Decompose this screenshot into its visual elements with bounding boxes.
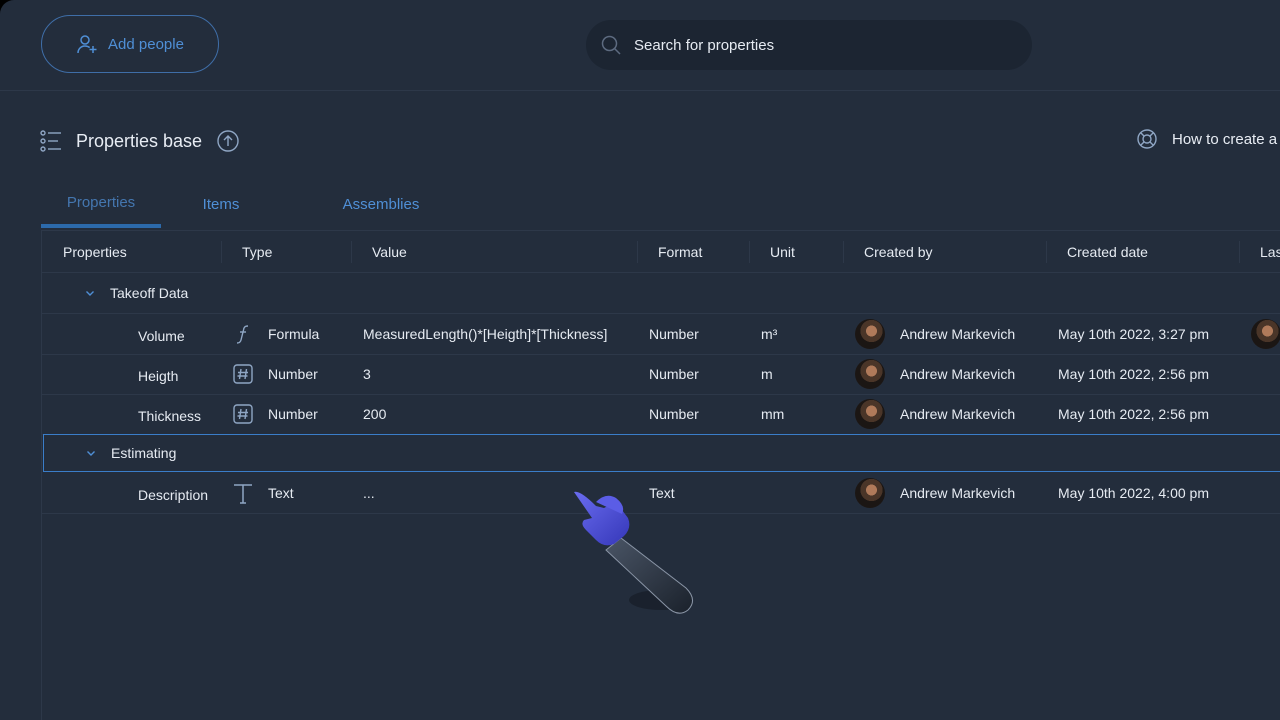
- format-cell: Number: [649, 326, 699, 342]
- value-cell[interactable]: 200: [363, 394, 386, 434]
- number-icon: [232, 394, 254, 434]
- type-label: Number: [268, 366, 318, 382]
- type-label: Number: [268, 406, 318, 422]
- table-row[interactable]: Thickness Number 200 Number mm Andrew Ma…: [42, 394, 1280, 435]
- number-icon: [232, 354, 254, 394]
- search-input[interactable]: [632, 35, 996, 55]
- unit-cell: m³: [761, 326, 778, 342]
- created-by-cell: Andrew Markevich: [900, 485, 1016, 501]
- chevron-down-icon[interactable]: [85, 435, 97, 471]
- search-bar: [586, 20, 1032, 70]
- table-header: Properties Type Value Format Unit Create…: [42, 231, 1280, 273]
- property-name: Heigth: [138, 368, 179, 384]
- column-header-type[interactable]: Type: [242, 231, 272, 272]
- list-icon[interactable]: [40, 130, 62, 152]
- created-by-cell: Andrew Markevich: [900, 326, 1016, 342]
- avatar: [855, 354, 885, 394]
- avatar: [855, 394, 885, 434]
- column-header-created-by[interactable]: Created by: [864, 231, 932, 272]
- group-label: Estimating: [111, 445, 177, 461]
- group-label: Takeoff Data: [110, 285, 189, 301]
- column-header-unit[interactable]: Unit: [770, 231, 795, 272]
- table-row[interactable]: Volume Formula MeasuredLength()*[Heigth]…: [42, 314, 1280, 355]
- group-row-estimating[interactable]: Estimating: [43, 434, 1280, 472]
- column-header-format[interactable]: Format: [658, 231, 702, 272]
- created-date-cell: May 10th 2022, 3:27 pm: [1058, 326, 1209, 342]
- unit-cell: mm: [761, 406, 785, 422]
- value-cell[interactable]: 3: [363, 354, 371, 394]
- created-by-cell: Andrew Markevich: [900, 406, 1016, 422]
- top-bar: Add people: [0, 0, 1280, 91]
- table-row[interactable]: Heigth Number 3 Number m Andrew Markevic…: [42, 354, 1280, 395]
- help-link-label: How to create a: [1172, 130, 1278, 148]
- group-row-takeoff-data[interactable]: Takeoff Data: [42, 273, 1280, 314]
- help-link[interactable]: How to create a: [1136, 128, 1277, 150]
- chevron-down-icon[interactable]: [84, 273, 96, 313]
- app-window: Add people Properties base: [0, 0, 1280, 720]
- tab-assemblies[interactable]: Assemblies: [281, 180, 481, 228]
- page-header: Properties base: [40, 126, 240, 156]
- created-date-cell: May 10th 2022, 4:00 pm: [1058, 485, 1209, 501]
- page-title: Properties base: [76, 130, 203, 151]
- add-people-button[interactable]: Add people: [41, 15, 219, 73]
- format-cell: Number: [649, 366, 699, 382]
- formula-icon: [232, 314, 254, 354]
- tab-bar: Properties Items Assemblies: [41, 180, 481, 230]
- created-date-cell: May 10th 2022, 2:56 pm: [1058, 366, 1209, 382]
- created-by-cell: Andrew Markevich: [900, 366, 1016, 382]
- unit-cell: m: [761, 366, 773, 382]
- type-label: Text: [268, 485, 294, 501]
- value-cell[interactable]: MeasuredLength()*[Heigth]*[Thickness]: [363, 314, 607, 354]
- add-people-label: Add people: [108, 35, 184, 53]
- property-name: Description: [138, 487, 209, 503]
- property-name: Volume: [138, 328, 185, 344]
- column-header-created-date[interactable]: Created date: [1067, 231, 1148, 272]
- column-header-value[interactable]: Value: [372, 231, 407, 272]
- properties-table: Properties Type Value Format Unit Create…: [41, 230, 1280, 720]
- avatar: [1251, 314, 1280, 354]
- text-icon: [232, 473, 254, 513]
- column-header-properties[interactable]: Properties: [63, 231, 127, 272]
- avatar: [855, 314, 885, 354]
- value-cell[interactable]: ...: [363, 473, 375, 513]
- avatar: [855, 473, 885, 513]
- type-label: Formula: [268, 326, 320, 342]
- upload-icon[interactable]: [216, 129, 240, 153]
- column-header-last[interactable]: Last: [1260, 231, 1280, 272]
- pointing-hand-cursor-icon: [574, 491, 693, 614]
- search-icon: [600, 34, 622, 56]
- tab-items[interactable]: Items: [161, 180, 281, 228]
- lifebuoy-icon: [1136, 128, 1158, 150]
- property-name: Thickness: [138, 408, 202, 424]
- format-cell: Number: [649, 406, 699, 422]
- add-user-icon: [76, 33, 98, 55]
- created-date-cell: May 10th 2022, 2:56 pm: [1058, 406, 1209, 422]
- tab-properties[interactable]: Properties: [41, 180, 161, 228]
